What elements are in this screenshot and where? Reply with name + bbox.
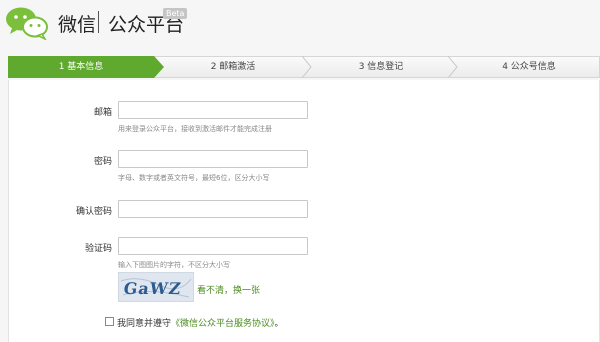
captcha-image[interactable]: GaWZ [118, 272, 194, 302]
service-agreement-link[interactable]: 《微信公众平台服务协议》 [171, 319, 275, 329]
captcha-hint: 输入下图图片的字符，不区分大小写 [118, 261, 230, 269]
step-divider-arrow [302, 56, 312, 78]
captcha-label: 验证码 [84, 244, 112, 254]
step-1-label: 1 基本信息 [58, 62, 104, 72]
step-3: 3 信息登记 [312, 56, 450, 78]
wechat-logo-icon [6, 7, 48, 40]
beta-badge: Beta [163, 8, 188, 19]
password-hint: 字母、数字或者英文符号，最短6位，区分大小写 [118, 174, 270, 182]
brand-name: 微信 [58, 14, 97, 36]
password-field[interactable] [118, 150, 308, 168]
step-progress: 1 基本信息 2 邮箱激活 3 信息登记 4 公众号信息 [8, 56, 600, 78]
agreement-prefix: 我同意并遵守 [117, 319, 172, 329]
captcha-text: GaWZ [122, 279, 182, 298]
refresh-captcha-link[interactable]: 看不清，换一张 [197, 283, 260, 296]
captcha-glyphs: GaWZ [120, 278, 192, 298]
header: 微信 公众平台 Beta [0, 0, 600, 50]
step-2: 2 邮箱激活 [164, 56, 302, 78]
step-divider-arrow [448, 56, 458, 78]
agreement-suffix: 。 [274, 319, 284, 329]
step-active-arrow [154, 56, 164, 78]
captcha-field[interactable] [118, 237, 308, 255]
step-2-label: 2 邮箱激活 [210, 62, 256, 72]
agree-checkbox[interactable] [105, 317, 114, 326]
confirm-password-field[interactable] [118, 200, 308, 218]
step-3-label: 3 信息登记 [358, 62, 404, 72]
header-divider [98, 11, 99, 33]
step-4: 4 公众号信息 [460, 56, 598, 78]
confirm-password-label: 确认密码 [75, 207, 112, 217]
step-4-label: 4 公众号信息 [502, 62, 556, 72]
email-label: 邮箱 [93, 108, 112, 118]
agreement-text: 我同意并遵守《微信公众平台服务协议》。 [117, 316, 284, 329]
step-1: 1 基本信息 [8, 56, 154, 78]
password-label: 密码 [93, 157, 112, 167]
email-hint: 用来登录公众平台，接收到激活邮件才能完成注册 [118, 125, 272, 133]
email-field[interactable] [118, 101, 308, 119]
